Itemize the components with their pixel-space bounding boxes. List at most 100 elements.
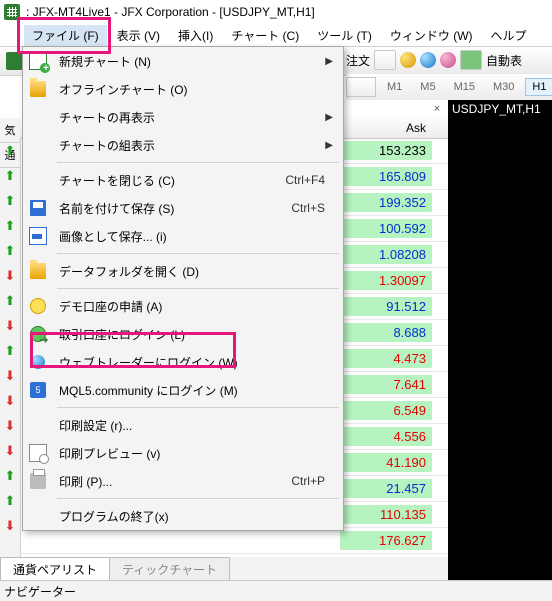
ask-cell: 153.233 (340, 141, 432, 160)
menu-help[interactable]: ヘルプ (483, 25, 535, 46)
print-preview-icon (29, 444, 47, 462)
menu-separator (57, 407, 339, 408)
menu-separator (57, 288, 339, 289)
ask-cell: 176.627 (340, 531, 432, 550)
submenu-arrow-icon: ▶ (325, 56, 333, 67)
folder-icon (30, 263, 46, 279)
toolbar-icon[interactable] (420, 52, 436, 68)
ask-cell: 1.30097 (340, 271, 432, 290)
menu-login-trade-account[interactable]: 取引口座にログイン (L) (23, 320, 343, 348)
down-arrow-icon: ⬇ (0, 363, 20, 388)
ask-cell: 8.688 (340, 323, 432, 342)
menu-label: 印刷プレビュー (v) (53, 445, 343, 462)
ask-cell: 6.549 (340, 401, 432, 420)
new-order-button[interactable]: 注文 (346, 52, 370, 69)
menu-label: データフォルダを開く (D) (53, 263, 343, 280)
demo-account-icon (30, 298, 46, 314)
menu-file[interactable]: ファイル (F) (24, 25, 107, 46)
menu-login-mql5[interactable]: 5 MQL5.community にログイン (M) (23, 376, 343, 404)
tf-m5[interactable]: M5 (413, 78, 442, 96)
down-arrow-icon: ⬇ (0, 513, 20, 538)
file-menu-dropdown: 新規チャート (N) ▶ オフラインチャート (O) チャートの再表示 ▶ チャ… (22, 46, 344, 531)
menu-reopen-chart[interactable]: チャートの再表示 ▶ (23, 103, 343, 131)
timeframe-bar: M1 M5 M15 M30 H1 (346, 74, 552, 100)
submenu-arrow-icon: ▶ (325, 112, 333, 123)
menu-new-chart[interactable]: 新規チャート (N) ▶ (23, 47, 343, 75)
up-arrow-icon: ⬆ (0, 488, 20, 513)
menu-print-setup[interactable]: 印刷設定 (r)... (23, 411, 343, 439)
menu-separator (57, 498, 339, 499)
tf-m30[interactable]: M30 (486, 78, 521, 96)
menu-label: 印刷設定 (r)... (53, 417, 343, 434)
menu-label: ウェブトレーダーにログイン (W) (53, 354, 343, 371)
chart-area[interactable]: USDJPY_MT,H1 (448, 100, 552, 581)
tf-m1[interactable]: M1 (380, 78, 409, 96)
ask-cell: 41.190 (340, 453, 432, 472)
menu-label: 名前を付けて保存 (S) (53, 200, 291, 217)
menu-separator (57, 162, 339, 163)
globe-icon (31, 355, 45, 369)
toolbar-button[interactable] (374, 50, 396, 70)
printer-icon (30, 473, 46, 489)
menu-close-chart[interactable]: チャートを閉じる (C) Ctrl+F4 (23, 166, 343, 194)
menu-insert[interactable]: 挿入(I) (170, 25, 221, 46)
up-arrow-icon: ⬆ (0, 463, 20, 488)
menu-print-preview[interactable]: 印刷プレビュー (v) (23, 439, 343, 467)
new-chart-icon (29, 52, 47, 70)
autotrade-label: 自動表 (486, 52, 522, 69)
menu-tool[interactable]: ツール (T) (309, 25, 380, 46)
menu-chart[interactable]: チャート (C) (223, 25, 307, 46)
ask-cell: 1.08208 (340, 245, 432, 264)
mql5-icon: 5 (30, 382, 46, 398)
menu-save-image[interactable]: 画像として保存... (i) (23, 222, 343, 250)
up-arrow-icon: ⬆ (0, 163, 20, 188)
ask-cell: 100.592 (340, 219, 432, 238)
menu-exit[interactable]: プログラムの終了(x) (23, 502, 343, 530)
toolbar-icon[interactable] (440, 52, 456, 68)
ask-cell: 165.809 (340, 167, 432, 186)
col-ask: Ask (406, 121, 426, 135)
price-row[interactable]: 176.627 (20, 528, 448, 554)
autotrade-button[interactable] (460, 50, 482, 70)
navigator-bar: ナビゲーター (0, 580, 552, 601)
down-arrow-icon: ⬇ (0, 388, 20, 413)
tab-pair-list[interactable]: 通貨ペアリスト (0, 557, 110, 581)
menu-demo-account[interactable]: デモ口座の申請 (A) (23, 292, 343, 320)
login-icon (30, 326, 46, 342)
menu-print[interactable]: 印刷 (P)... Ctrl+P (23, 467, 343, 495)
up-arrow-icon: ⬆ (0, 213, 20, 238)
tf-m15[interactable]: M15 (447, 78, 482, 96)
menu-accel: Ctrl+S (291, 201, 343, 215)
close-icon[interactable]: × (430, 102, 444, 116)
down-arrow-icon: ⬇ (0, 413, 20, 438)
menu-login-webtrader[interactable]: ウェブトレーダーにログイン (W) (23, 348, 343, 376)
menu-window[interactable]: ウィンドウ (W) (382, 25, 481, 46)
menu-accel: Ctrl+F4 (285, 173, 343, 187)
menu-open-data-folder[interactable]: データフォルダを開く (D) (23, 257, 343, 285)
submenu-arrow-icon: ▶ (325, 140, 333, 151)
up-arrow-icon: ⬆ (0, 238, 20, 263)
menu-label: チャートを閉じる (C) (53, 172, 285, 189)
menu-view[interactable]: 表示 (V) (109, 25, 168, 46)
save-icon (30, 200, 46, 216)
tab-tick-chart[interactable]: ティックチャート (109, 557, 230, 581)
menu-separator (57, 253, 339, 254)
folder-icon (30, 81, 46, 97)
ask-cell: 110.135 (340, 505, 432, 524)
tf-h1[interactable]: H1 (525, 78, 552, 96)
toolbar-button[interactable] (346, 77, 376, 97)
menu-profiles[interactable]: チャートの組表示 ▶ (23, 131, 343, 159)
menu-bar: ファイル (F) 表示 (V) 挿入(I) チャート (C) ツール (T) ウ… (0, 24, 552, 46)
menu-accel: Ctrl+P (291, 474, 343, 488)
ask-cell: 199.352 (340, 193, 432, 212)
down-arrow-icon: ⬇ (0, 313, 20, 338)
menu-label: オフラインチャート (O) (53, 81, 343, 98)
toolbar-icon[interactable] (400, 52, 416, 68)
ask-cell: 4.473 (340, 349, 432, 368)
image-icon (29, 227, 47, 245)
up-arrow-icon: ⬆ (0, 338, 20, 363)
menu-offline-chart[interactable]: オフラインチャート (O) (23, 75, 343, 103)
menu-save-as[interactable]: 名前を付けて保存 (S) Ctrl+S (23, 194, 343, 222)
ask-cell: 21.457 (340, 479, 432, 498)
up-arrow-icon: ⬆ (0, 138, 20, 163)
